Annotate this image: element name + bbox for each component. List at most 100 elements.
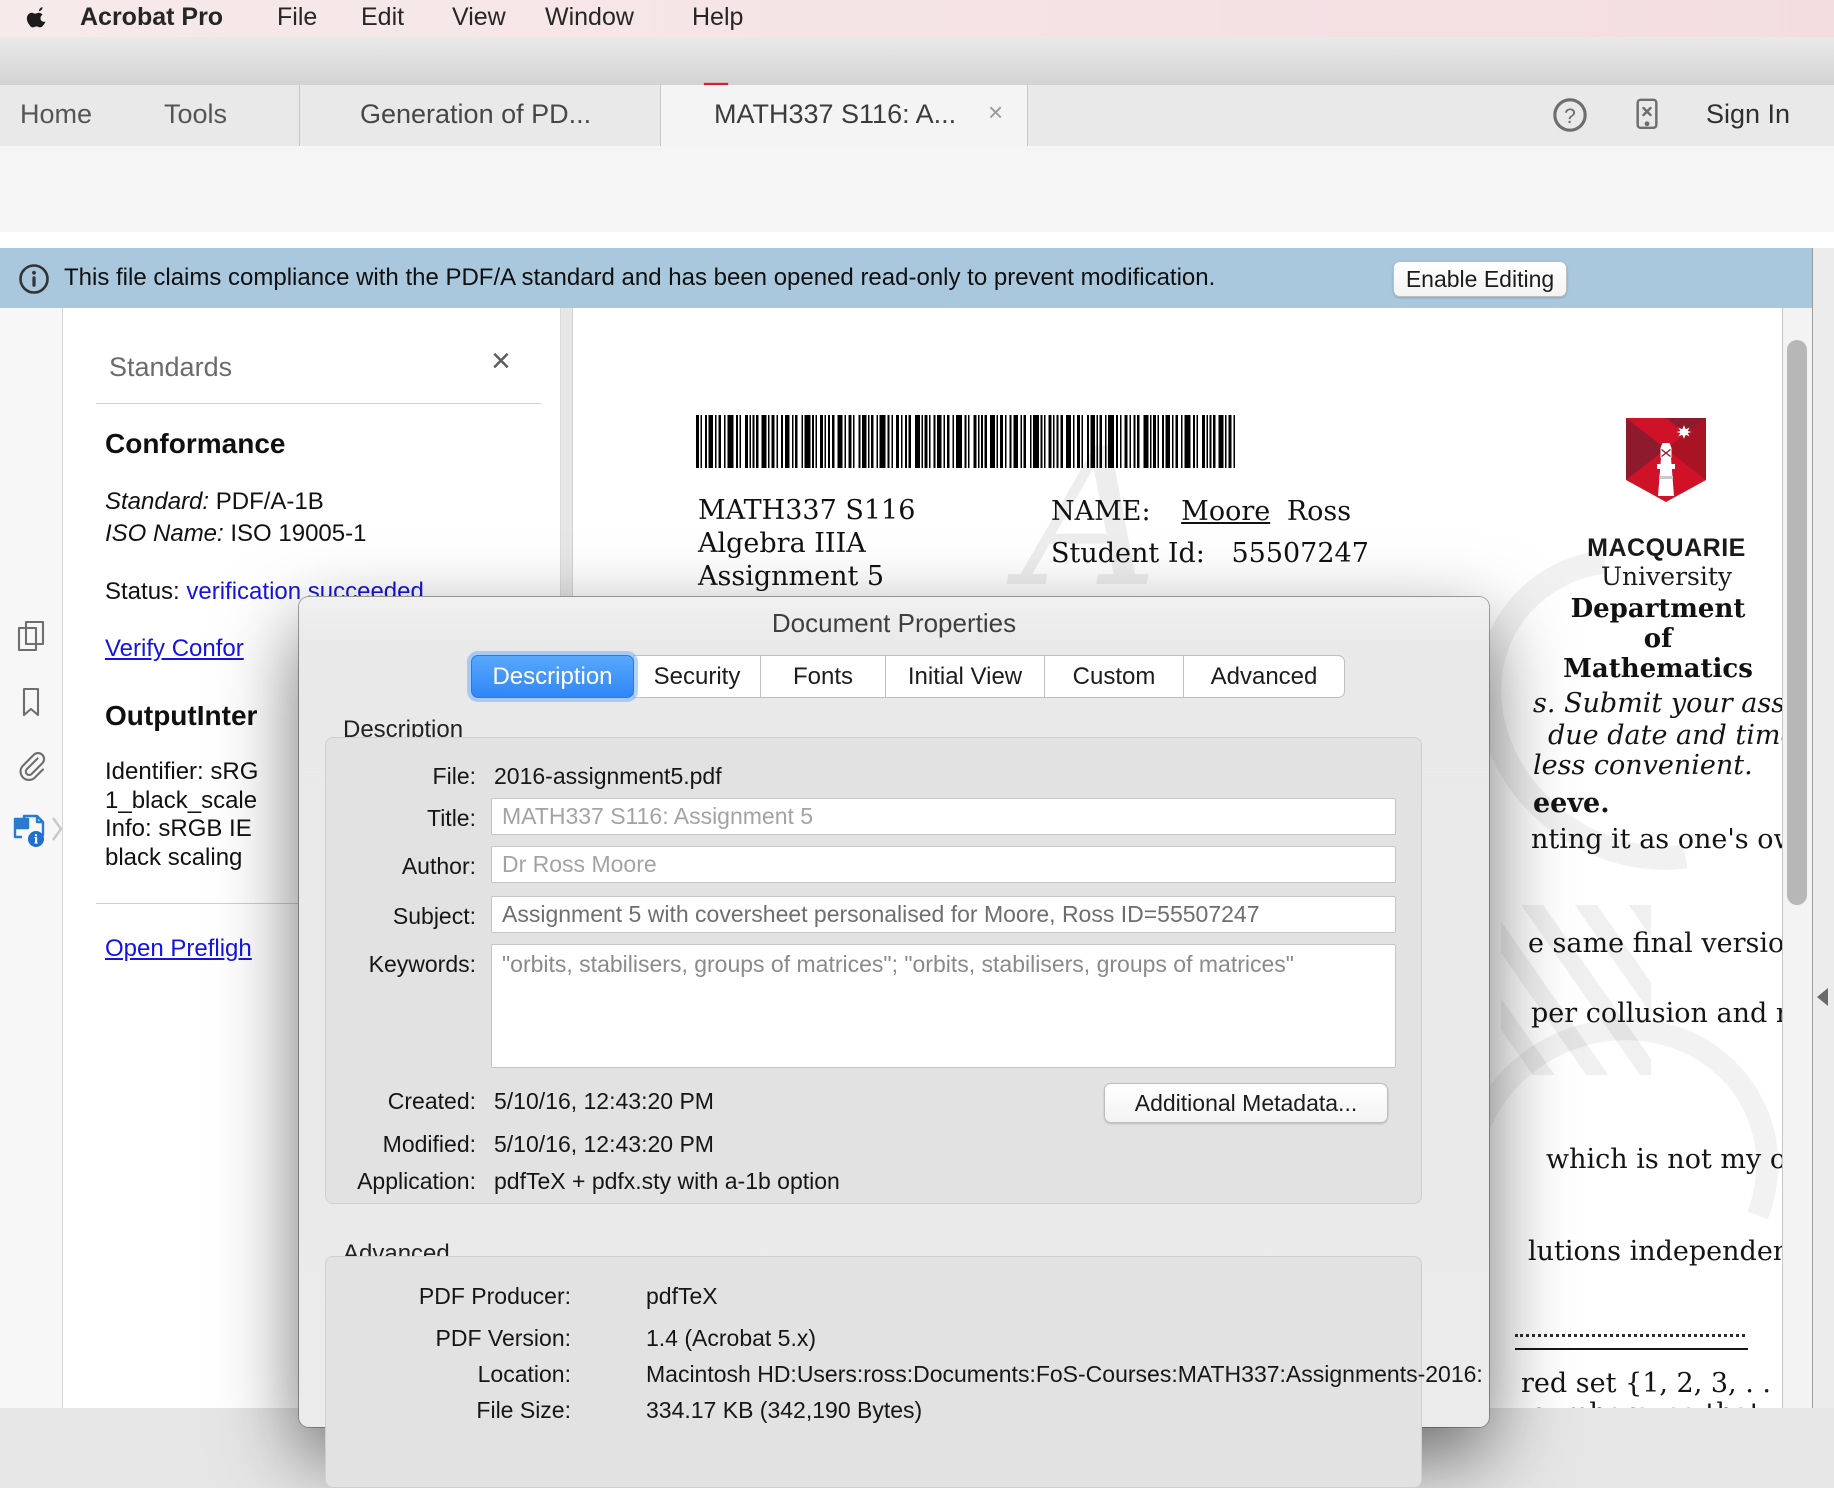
page-text-fragment: lutions independently. (1528, 1236, 1783, 1267)
standards-panel-title: Standards (109, 352, 232, 383)
menu-bar: Acrobat Pro File Edit View Window Help (0, 0, 1834, 38)
notification-message: This file claims compliance with the PDF… (64, 264, 1215, 292)
standards-panel-icon[interactable]: i (10, 811, 46, 847)
advanced-group: PDF Producer: pdfTeX PDF Version: 1.4 (A… (325, 1256, 1422, 1488)
student-id-line: Student Id: 55507247 (1051, 538, 1369, 569)
location-label: Location: (336, 1361, 571, 1388)
open-preflight-link[interactable]: Open Prefligh (105, 935, 252, 963)
subject-input[interactable] (491, 896, 1396, 933)
toolbar-gap (0, 232, 1834, 248)
dialog-title: Document Properties (299, 608, 1489, 639)
author-input[interactable] (491, 846, 1396, 883)
created-value: 5/10/16, 12:43:20 PM (494, 1088, 714, 1115)
page-text-fragment: which is not my own (1546, 1144, 1783, 1175)
menu-edit[interactable]: Edit (361, 3, 404, 32)
student-name-line: NAME: Moore Ross (1051, 496, 1351, 527)
additional-metadata-button[interactable]: Additional Metadata... (1104, 1083, 1388, 1123)
svg-text:i: i (34, 833, 39, 847)
output-intent-info: Identifier: sRG 1_black_scale Info: sRGB… (105, 758, 258, 872)
output-intent-heading: OutputInter (105, 700, 257, 732)
page-text-fragment: s. Submit your assign- (1533, 688, 1783, 719)
pdfa-notification-bar: This file claims compliance with the PDF… (0, 248, 1812, 309)
menu-app-name[interactable]: Acrobat Pro (80, 3, 223, 32)
pdf-producer-value: pdfTeX (646, 1283, 718, 1310)
help-icon[interactable]: ? (1549, 94, 1591, 136)
course-info: MATH337 S116 Algebra IIIA Assignment 5 (698, 494, 915, 593)
signature-dotted-line (1515, 1334, 1745, 1337)
application-value: pdfTeX + pdfx.sty with a-1b option (494, 1168, 840, 1195)
tab-home[interactable]: Home (20, 99, 92, 130)
page-text-fragment: due date and time, or (1548, 720, 1783, 751)
doc-tab-close-icon[interactable]: × (988, 97, 1003, 128)
page-text-fragment: per collusion and may (1531, 998, 1783, 1029)
collapse-pane-icon[interactable] (1817, 988, 1828, 1006)
main-toolbar: / 2 65.9% (0, 146, 1834, 233)
page-text-fragment: red set {1, 2, 3, . . . , n}, (1521, 1368, 1783, 1399)
bookmarks-icon[interactable] (13, 684, 49, 720)
iso-line: ISO Name: ISO 19005-1 (105, 520, 366, 548)
page-thumbnails-icon[interactable] (13, 618, 49, 654)
page-text-fragment: nting it as one's own. (1531, 824, 1783, 855)
svg-text:?: ? (1564, 105, 1576, 128)
vertical-scrollbar[interactable] (1782, 308, 1813, 1408)
file-size-value: 334.17 KB (342,190 Bytes) (646, 1397, 922, 1424)
standards-close-icon[interactable]: × (491, 344, 511, 378)
dialog-tab-row: Description Security Fonts Initial View … (471, 655, 1345, 698)
standard-line: Standard: PDF/A-1B (105, 488, 324, 516)
description-group: File: 2016-assignment5.pdf Title: Author… (325, 737, 1422, 1204)
file-value: 2016-assignment5.pdf (494, 763, 722, 790)
application-label: Application: (326, 1168, 476, 1195)
barcode (696, 415, 1241, 468)
file-size-label: File Size: (336, 1397, 571, 1424)
title-label: Title: (326, 805, 476, 832)
pdf-producer-label: PDF Producer: (336, 1283, 571, 1310)
tab-fonts[interactable]: Fonts (760, 655, 886, 698)
info-icon (16, 261, 52, 297)
left-nav-strip: i (0, 308, 63, 1408)
page-text-fragment: eeve. (1533, 788, 1610, 819)
tab-description[interactable]: Description (471, 655, 634, 698)
keywords-label: Keywords: (326, 951, 476, 978)
logo-title: MACQUARIE (1579, 534, 1754, 563)
subject-label: Subject: (326, 903, 476, 930)
menu-help[interactable]: Help (692, 3, 743, 32)
menu-window[interactable]: Window (545, 3, 634, 32)
tab-tools[interactable]: Tools (164, 99, 227, 130)
window-title-bar: PDFλ MATH337 S116: Assignment 5 (0, 37, 1834, 86)
title-input[interactable] (491, 798, 1396, 835)
apple-menu-icon[interactable] (26, 4, 50, 31)
doc-tab-generation[interactable]: Generation of PD... (360, 99, 591, 130)
attachments-icon[interactable] (13, 748, 49, 784)
scrollbar-thumb[interactable] (1787, 340, 1807, 905)
tab-advanced[interactable]: Advanced (1183, 655, 1345, 698)
tab-bar: Home Tools Generation of PD... MATH337 S… (0, 85, 1834, 147)
tab-initial-view[interactable]: Initial View (885, 655, 1045, 698)
menu-file[interactable]: File (277, 3, 317, 32)
document-properties-dialog: Document Properties Description Security… (299, 597, 1489, 1427)
page-text-fragment: e same final version of (1528, 928, 1783, 959)
author-label: Author: (326, 853, 476, 880)
pdf-version-label: PDF Version: (336, 1325, 571, 1352)
menu-view[interactable]: View (452, 3, 506, 32)
sign-in-button[interactable]: Sign In (1706, 99, 1790, 130)
mobile-device-icon[interactable] (1626, 94, 1668, 136)
pdf-version-value: 1.4 (Acrobat 5.x) (646, 1325, 816, 1352)
file-label: File: (326, 763, 476, 790)
doc-tab-math337[interactable]: MATH337 S116: A... (714, 99, 956, 130)
tab-custom[interactable]: Custom (1044, 655, 1184, 698)
signature-rule (1515, 1348, 1748, 1350)
department-label: Department of Mathematics (1563, 594, 1753, 684)
page-text-fragment: less convenient. (1533, 750, 1753, 781)
modified-label: Modified: (326, 1131, 476, 1158)
created-label: Created: (326, 1088, 476, 1115)
keywords-textarea[interactable]: "orbits, stabilisers, groups of matrices… (491, 944, 1396, 1068)
enable-editing-button[interactable]: Enable Editing (1393, 261, 1567, 297)
tools-pane-strip (1812, 248, 1834, 1408)
tab-security[interactable]: Security (633, 655, 761, 698)
macquarie-logo (1626, 418, 1706, 522)
page-text-fragment: numbers, so that π(k) (1529, 1398, 1783, 1408)
verify-conformance-link[interactable]: Verify Confor (105, 635, 244, 663)
conformance-heading: Conformance (105, 428, 285, 460)
location-value: Macintosh HD:Users:ross:Documents:FoS-Co… (646, 1361, 1483, 1388)
logo-subtitle: University (1579, 562, 1754, 591)
